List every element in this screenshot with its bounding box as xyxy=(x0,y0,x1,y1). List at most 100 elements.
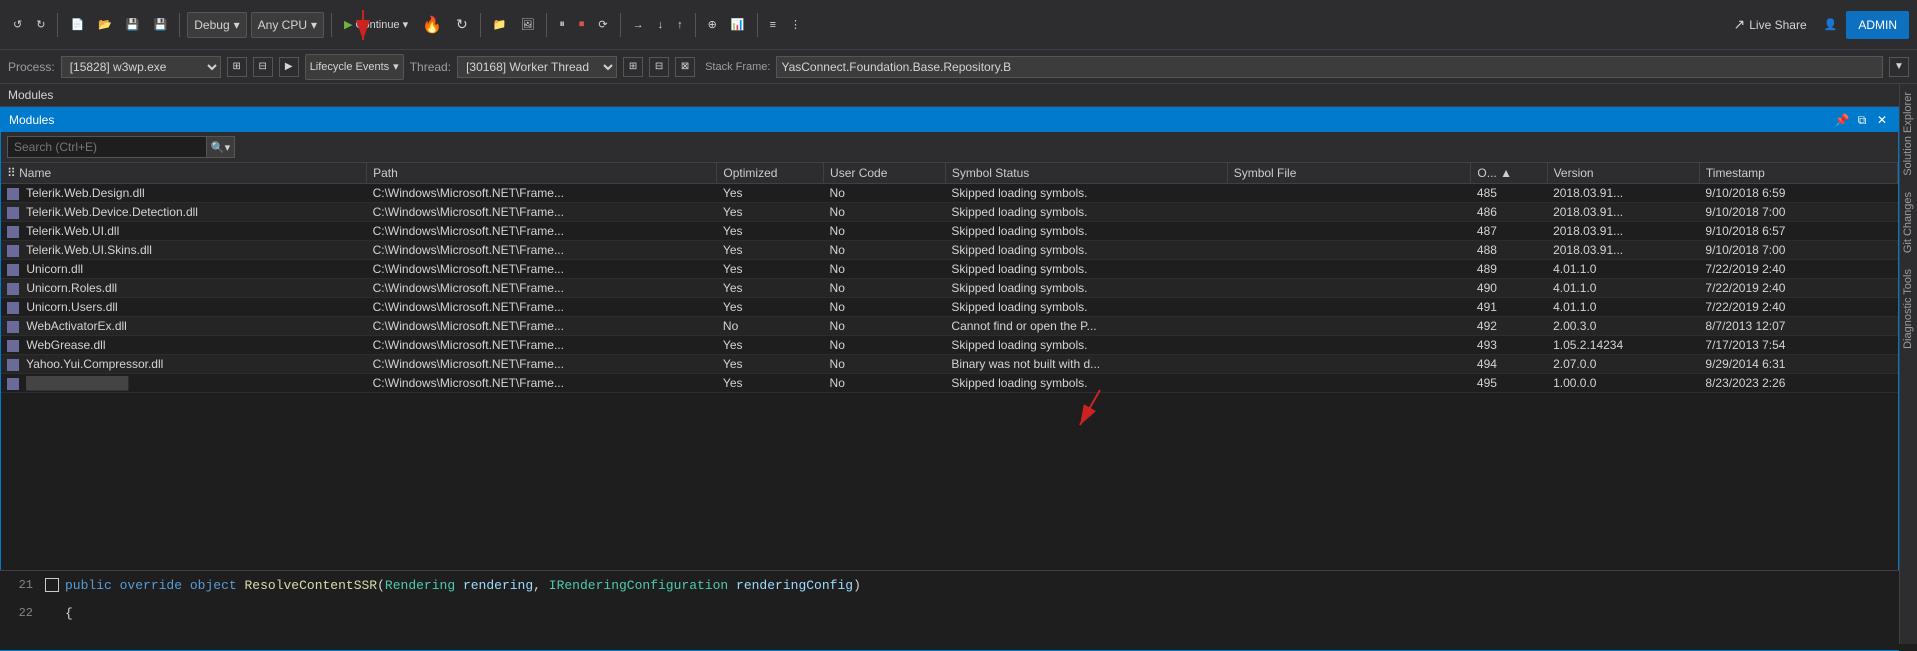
cell-timestamp: 9/10/2018 7:00 xyxy=(1699,203,1897,222)
sidebar-tab-diagnostic-tools[interactable]: Diagnostic Tools xyxy=(1900,261,1917,357)
cell-optimized: Yes xyxy=(717,336,824,355)
filter-button[interactable]: ⊞ xyxy=(227,57,247,77)
more-debug-button[interactable]: ≡ xyxy=(765,11,781,39)
col-header-usercode[interactable]: User Code xyxy=(824,163,946,184)
table-row[interactable]: Telerik.Web.UI.dll C:\Windows\Microsoft.… xyxy=(1,222,1898,241)
new-button[interactable]: 📄 xyxy=(65,11,89,39)
hot-reload-button[interactable]: 🔥 xyxy=(417,11,447,39)
cell-version: 1.05.2.14234 xyxy=(1547,336,1699,355)
save-all-button[interactable]: 💾 xyxy=(149,11,173,39)
cell-optimized: No xyxy=(717,317,824,336)
table-row[interactable]: Yahoo.Yui.Compressor.dll C:\Windows\Micr… xyxy=(1,355,1898,374)
sep4 xyxy=(480,13,481,37)
cell-version: 2.07.0.0 xyxy=(1547,355,1699,374)
diagnostics-button[interactable]: 📊 xyxy=(726,11,750,39)
continue-button[interactable]: ▶ Continue ▾ xyxy=(339,11,413,39)
cell-path: C:\Windows\Microsoft.NET\Frame... xyxy=(367,260,717,279)
cell-symbol-status: Skipped loading symbols. xyxy=(945,374,1227,393)
sep1 xyxy=(57,13,58,37)
live-share-button[interactable]: ↗ Live Share xyxy=(1726,13,1815,36)
account-button[interactable]: 👤 xyxy=(1819,11,1843,39)
stack-frame-expand[interactable]: ▼ xyxy=(1889,57,1909,77)
cell-user-code: No xyxy=(824,355,946,374)
table-row[interactable]: Telerik.Web.UI.Skins.dll C:\Windows\Micr… xyxy=(1,241,1898,260)
table-row[interactable]: ████████████ C:\Windows\Microsoft.NET\Fr… xyxy=(1,374,1898,393)
module-icon xyxy=(7,359,19,371)
col-header-o[interactable]: O... ▲ xyxy=(1471,163,1547,184)
lifecycle-toggle[interactable]: ▶ xyxy=(279,57,299,77)
sidebar-tab-solution-explorer[interactable]: Solution Explorer xyxy=(1900,84,1917,184)
refresh-button[interactable]: ↻ xyxy=(451,11,473,39)
expand-button[interactable]: ⧉ xyxy=(1854,112,1870,128)
col-header-version[interactable]: Version xyxy=(1547,163,1699,184)
thread-filter-button[interactable]: ⊞ xyxy=(623,57,643,77)
cell-o: 486 xyxy=(1471,203,1547,222)
step-over-button[interactable]: → xyxy=(628,11,649,39)
lifecycle-dropdown[interactable]: Lifecycle Events ▾ xyxy=(305,54,404,80)
admin-button[interactable]: ADMIN xyxy=(1846,11,1909,39)
code-text-22: { xyxy=(65,606,73,621)
breakpoints-button[interactable]: ⊕ xyxy=(703,11,722,39)
pause-button[interactable]: ⏸ xyxy=(554,11,570,39)
table-row[interactable]: Unicorn.dll C:\Windows\Microsoft.NET\Fra… xyxy=(1,260,1898,279)
cell-symbol-status: Cannot find or open the P... xyxy=(945,317,1227,336)
thread-dropdown[interactable]: [30168] Worker Thread xyxy=(457,56,617,78)
search-button[interactable]: 🔍▾ xyxy=(207,136,235,158)
breakpoint-indicator-21[interactable] xyxy=(45,578,59,592)
pin-button[interactable]: 📌 xyxy=(1834,112,1850,128)
module-icon xyxy=(7,283,19,295)
platform-dropdown[interactable]: Any CPU ▾ xyxy=(251,12,324,38)
cell-optimized: Yes xyxy=(717,203,824,222)
col-header-name[interactable]: ⠿ Name xyxy=(1,163,367,184)
cell-name: Yahoo.Yui.Compressor.dll xyxy=(1,355,367,374)
cell-optimized: Yes xyxy=(717,279,824,298)
cell-optimized: Yes xyxy=(717,222,824,241)
filter2-button[interactable]: ⊟ xyxy=(253,57,273,77)
restart-button[interactable]: ⟳ xyxy=(593,11,612,39)
modules-table: ⠿ Name Path Optimized User Code Symbol S… xyxy=(1,163,1898,393)
undo-button[interactable]: ↺ xyxy=(8,11,27,39)
process-dropdown[interactable]: [15828] w3wp.exe xyxy=(61,56,221,78)
more-debug2-button[interactable]: ⋮ xyxy=(785,11,806,39)
redo-button[interactable]: ↻ xyxy=(31,11,50,39)
cell-symbol-file xyxy=(1227,317,1471,336)
stop-button[interactable]: ⏹ xyxy=(574,11,590,39)
table-row[interactable]: Telerik.Web.Design.dll C:\Windows\Micros… xyxy=(1,184,1898,203)
table-row[interactable]: Telerik.Web.Device.Detection.dll C:\Wind… xyxy=(1,203,1898,222)
table-row[interactable]: Unicorn.Users.dll C:\Windows\Microsoft.N… xyxy=(1,298,1898,317)
col-header-timestamp[interactable]: Timestamp xyxy=(1699,163,1897,184)
modules-table-wrapper[interactable]: ⠿ Name Path Optimized User Code Symbol S… xyxy=(1,163,1898,619)
table-row[interactable]: WebActivatorEx.dll C:\Windows\Microsoft.… xyxy=(1,317,1898,336)
line-number-22: 22 xyxy=(0,606,45,620)
thread-filter2-button[interactable]: ⊟ xyxy=(649,57,669,77)
main-toolbar: ↺ ↻ 📄 📂 💾 💾 Debug ▾ Any CPU ▾ ▶ Continue… xyxy=(0,0,1917,50)
debug-mode-dropdown[interactable]: Debug ▾ xyxy=(187,12,246,38)
col-header-optimized[interactable]: Optimized xyxy=(717,163,824,184)
cell-name: WebGrease.dll xyxy=(1,336,367,355)
col-header-symbol-file[interactable]: Symbol File xyxy=(1227,163,1471,184)
save-button[interactable]: 💾 xyxy=(121,11,145,39)
modules-section-header: Modules xyxy=(0,84,1917,107)
table-row[interactable]: Unicorn.Roles.dll C:\Windows\Microsoft.N… xyxy=(1,279,1898,298)
sidebar-tab-git-changes[interactable]: Git Changes xyxy=(1900,184,1917,261)
cell-user-code: No xyxy=(824,317,946,336)
step-out-button[interactable]: ↑ xyxy=(672,11,688,39)
table-row[interactable]: WebGrease.dll C:\Windows\Microsoft.NET\F… xyxy=(1,336,1898,355)
col-header-symbol-status[interactable]: Symbol Status xyxy=(945,163,1227,184)
cell-version: 2018.03.91... xyxy=(1547,222,1699,241)
cell-symbol-file xyxy=(1227,298,1471,317)
step-into-button[interactable]: ↓ xyxy=(653,11,669,39)
col-header-path[interactable]: Path xyxy=(367,163,717,184)
search-input[interactable] xyxy=(7,136,207,158)
cell-optimized: Yes xyxy=(717,184,824,203)
cell-name: Telerik.Web.UI.dll xyxy=(1,222,367,241)
open-button[interactable]: 📂 xyxy=(93,11,117,39)
thread-filter3-button[interactable]: ⊠ xyxy=(675,57,695,77)
stack-frame-label: Stack Frame: xyxy=(705,61,770,73)
screenshot-button[interactable]: 🖼 xyxy=(515,11,539,39)
cell-version: 2.00.3.0 xyxy=(1547,317,1699,336)
close-button[interactable]: ✕ xyxy=(1874,112,1890,128)
code-line-22: 22 { xyxy=(0,599,1899,627)
stack-frame-input[interactable] xyxy=(776,56,1883,78)
open-file-button[interactable]: 📁 xyxy=(488,11,512,39)
